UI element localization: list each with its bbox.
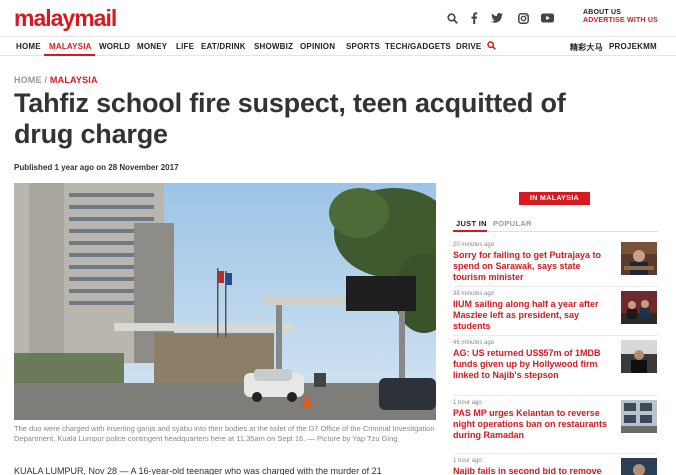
top-header: malaymail ABOUT US ADVERTISE WITH US: [0, 0, 676, 36]
story-separator: [453, 395, 658, 396]
article-lead: KUALA LUMPUR, Nov 28 — A 16-year-old tee…: [14, 466, 382, 475]
nav-active-indicator: [44, 54, 95, 56]
article-title: Tahfiz school fire suspect, teen acquitt…: [14, 88, 566, 149]
story-thumbnail[interactable]: [621, 458, 657, 475]
nav-showbiz[interactable]: SHOWBIZ: [254, 42, 293, 51]
story-headline[interactable]: Najib fails in second bid to remove: [453, 466, 613, 475]
twitter-icon[interactable]: [489, 10, 505, 26]
about-links: ABOUT US ADVERTISE WITH US: [583, 9, 658, 25]
story-thumbnail[interactable]: [621, 400, 657, 433]
breadcrumb-separator: /: [41, 75, 50, 85]
about-us-link[interactable]: ABOUT US: [583, 9, 658, 17]
advertise-link[interactable]: ADVERTISE WITH US: [583, 17, 658, 25]
story-headline[interactable]: Sorry for failing to get Putrajaya to sp…: [453, 250, 613, 283]
sidebar-tabs: JUST IN POPULAR: [453, 216, 658, 232]
story-headline[interactable]: AG: US returned US$57m of 1MDB funds giv…: [453, 348, 613, 381]
search-icon[interactable]: [444, 10, 460, 26]
youtube-icon[interactable]: [539, 10, 555, 26]
story-separator: [453, 286, 658, 287]
nav-home[interactable]: HOME: [16, 42, 41, 51]
breadcrumb: HOME / MALAYSIA: [14, 75, 98, 85]
story-thumbnail[interactable]: [621, 291, 657, 324]
nav-eat-drink[interactable]: EAT/DRINK: [201, 42, 246, 51]
story-time: 20 minutes ago: [453, 242, 495, 248]
photo-caption: The duo were charged with inserting ganj…: [14, 424, 435, 443]
story-time: 1 hour ago: [453, 458, 482, 464]
nav-search-icon[interactable]: [487, 41, 496, 52]
nav-tech-gadgets[interactable]: TECH/GADGETS: [385, 42, 451, 51]
nav-world[interactable]: WORLD: [99, 42, 130, 51]
nav-chinese-edition[interactable]: 精彩大马: [570, 42, 603, 53]
story-time: 46 minutes ago: [453, 340, 495, 346]
sidebar-section-label[interactable]: IN MALAYSIA: [519, 192, 590, 205]
story-thumbnail[interactable]: [621, 340, 657, 373]
published-date: Published 1 year ago on 28 November 2017: [14, 163, 179, 172]
facebook-icon[interactable]: [466, 10, 482, 26]
tab-active-indicator: [453, 230, 487, 232]
story-separator: [453, 335, 658, 336]
tab-popular[interactable]: POPULAR: [493, 219, 532, 228]
story-separator: [453, 453, 658, 454]
nav-drive[interactable]: DRIVE: [456, 42, 481, 51]
breadcrumb-current[interactable]: MALAYSIA: [50, 75, 98, 85]
story-time: 38 minutes ago: [453, 291, 495, 297]
story-thumbnail[interactable]: [621, 242, 657, 275]
nav-money[interactable]: MONEY: [137, 42, 167, 51]
tab-just-in[interactable]: JUST IN: [456, 219, 487, 228]
article-photo: [14, 183, 436, 420]
nav-projekmm[interactable]: PROJEKMM: [609, 42, 657, 51]
breadcrumb-home[interactable]: HOME: [14, 75, 42, 85]
nav-life[interactable]: LIFE: [176, 42, 194, 51]
nav-malaysia[interactable]: MALAYSIA: [49, 42, 92, 51]
nav-sports[interactable]: SPORTS: [346, 42, 380, 51]
main-nav: HOME MALAYSIA WORLD MONEY LIFE EAT/DRINK…: [0, 36, 676, 56]
site-logo[interactable]: malaymail: [14, 6, 117, 30]
story-time: 1 hour ago: [453, 400, 482, 406]
story-headline[interactable]: PAS MP urges Kelantan to reverse night o…: [453, 408, 613, 441]
nav-opinion[interactable]: OPINION: [300, 42, 335, 51]
story-headline[interactable]: IIUM sailing along half a year after Mas…: [453, 299, 613, 332]
instagram-icon[interactable]: [515, 10, 531, 26]
